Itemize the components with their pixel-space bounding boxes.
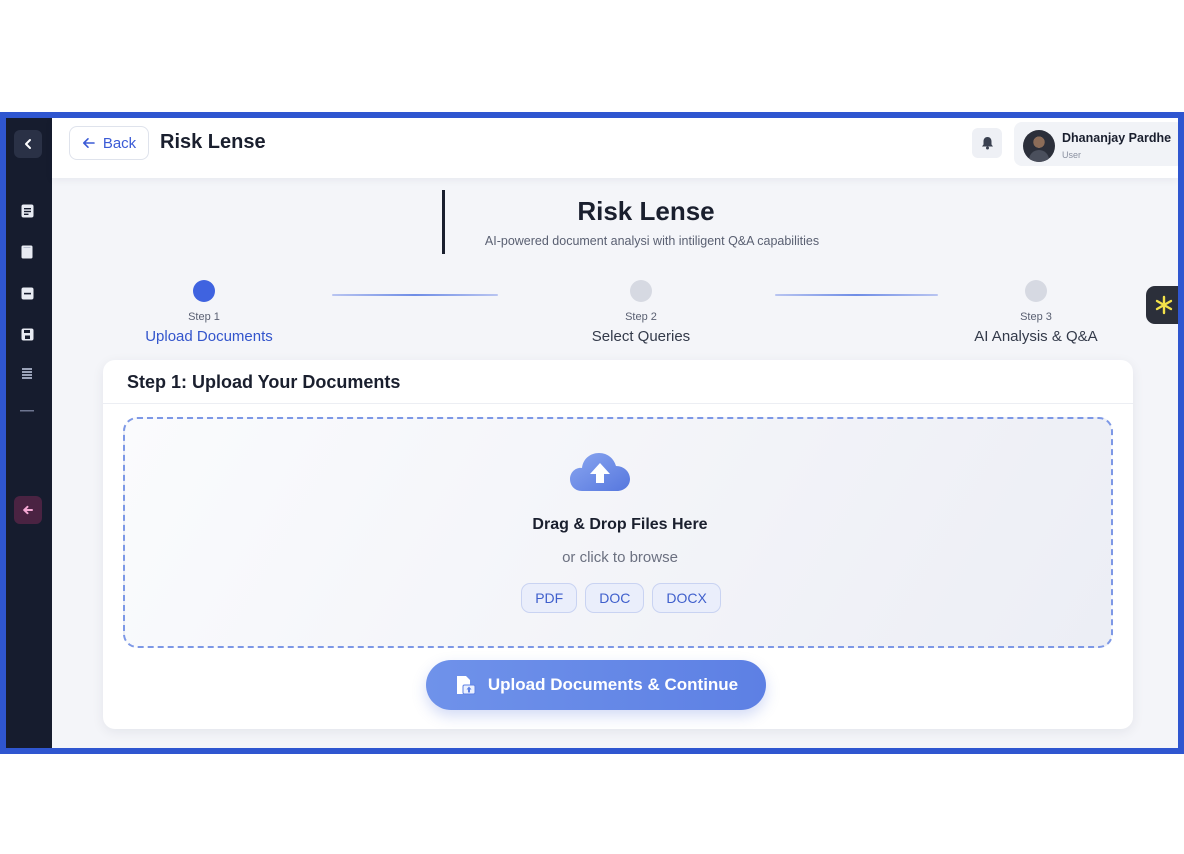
upload-card-header: Step 1: Upload Your Documents xyxy=(103,360,1133,404)
chevron-left-icon xyxy=(25,139,31,149)
bell-icon xyxy=(981,137,993,150)
page-title: Risk Lense xyxy=(160,131,266,153)
save-icon xyxy=(21,328,33,340)
user-role: User xyxy=(1062,150,1082,160)
asterisk-icon xyxy=(1155,295,1173,315)
sidebar-item-reports[interactable] xyxy=(20,286,34,300)
file-type-doc: DOC xyxy=(585,583,645,613)
step-1-number: Step 1 xyxy=(188,311,220,323)
step-2-label: Select Queries xyxy=(591,328,691,345)
cloud-upload-icon xyxy=(570,453,630,491)
arrow-left-icon xyxy=(82,138,95,148)
file-dropzone[interactable]: Drag & Drop Files Here or click to brows… xyxy=(123,417,1113,648)
upload-card-title: Step 1: Upload Your Documents xyxy=(127,372,401,392)
assistant-button[interactable] xyxy=(1146,286,1178,324)
sidebar-exit-button[interactable] xyxy=(14,496,42,524)
upload-card: Step 1: Upload Your Documents Drag & Dro… xyxy=(103,360,1133,729)
file-type-list: PDF DOC DOCX xyxy=(125,583,1115,613)
upload-continue-button[interactable]: Upload Documents & Continue xyxy=(426,660,766,710)
minus-box-icon xyxy=(21,287,33,299)
upload-document-icon xyxy=(456,676,476,695)
sidebar-item-files[interactable] xyxy=(20,245,34,259)
avatar xyxy=(1023,130,1055,162)
step-2-number: Step 2 xyxy=(625,311,657,323)
step-2-indicator xyxy=(630,280,652,302)
arrow-left-icon xyxy=(23,505,33,515)
back-button-label: Back xyxy=(102,134,137,152)
list-icon xyxy=(22,367,32,379)
step-3-label: AI Analysis & Q&A xyxy=(974,328,1098,345)
dropzone-subtitle: or click to browse xyxy=(562,549,678,566)
dash-icon xyxy=(20,410,34,412)
notifications-button[interactable] xyxy=(972,128,1002,158)
step-3[interactable]: Step 3 AI Analysis & Q&A xyxy=(936,280,1136,345)
sidebar-item-saved[interactable] xyxy=(20,327,34,341)
step-1-label: Upload Documents xyxy=(145,328,273,345)
step-3-indicator xyxy=(1025,280,1047,302)
step-connector-2 xyxy=(775,294,938,296)
step-2[interactable]: Step 2 Select Queries xyxy=(541,280,741,345)
title-divider xyxy=(442,190,445,254)
dropzone-title: Drag & Drop Files Here xyxy=(532,516,708,533)
app-frame: Back Risk Lense Dhananjay Pardhe User Ri… xyxy=(0,112,1184,754)
hero-title: Risk Lense xyxy=(577,196,715,226)
sidebar-item-documents[interactable] xyxy=(20,204,34,218)
step-3-number: Step 3 xyxy=(1020,311,1052,323)
top-header: Back Risk Lense Dhananjay Pardhe User xyxy=(52,118,1178,178)
document-icon xyxy=(21,204,33,218)
upload-continue-label: Upload Documents & Continue xyxy=(487,675,739,694)
hero-subtitle: AI-powered document analysi with intilig… xyxy=(484,234,820,248)
back-button[interactable]: Back xyxy=(69,126,149,160)
user-profile[interactable]: Dhananjay Pardhe User xyxy=(1014,122,1178,166)
sidebar xyxy=(6,118,52,748)
user-name: Dhananjay Pardhe xyxy=(1062,131,1172,145)
app-window: Back Risk Lense Dhananjay Pardhe User Ri… xyxy=(6,118,1178,748)
file-type-docx: DOCX xyxy=(652,583,721,613)
sidebar-item-more[interactable] xyxy=(20,404,34,418)
file-type-pdf: PDF xyxy=(521,583,578,613)
step-1[interactable]: Step 1 Upload Documents xyxy=(104,280,304,345)
file-icon xyxy=(21,245,33,259)
step-1-indicator xyxy=(193,280,215,302)
sidebar-collapse-button[interactable] xyxy=(14,130,42,158)
sidebar-item-list[interactable] xyxy=(20,366,34,380)
step-connector-1 xyxy=(332,294,498,296)
